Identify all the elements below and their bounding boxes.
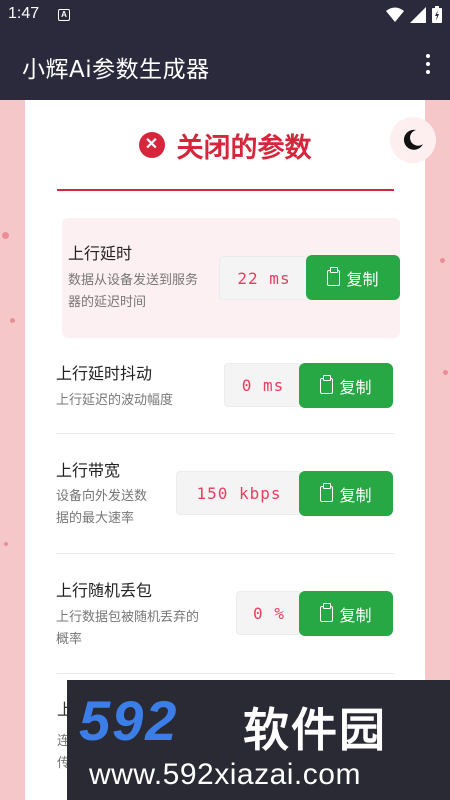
param-desc: 数据从设备发送到服务 器的延迟时间 [68, 273, 199, 310]
watermark-url: www.592xiazai.com [89, 758, 361, 791]
header-divider [57, 189, 394, 191]
param-value: 0 ms [224, 363, 302, 407]
status-bar: 1:47 A [0, 0, 450, 30]
copy-button[interactable]: 复制 [299, 471, 393, 516]
param-row-uplink-delay: 上行延时 数据从设备发送到服务 器的延迟时间 22 ms 复制 [62, 218, 400, 338]
row-divider [56, 673, 394, 674]
param-title: 上行延时 [68, 244, 133, 263]
section-title: 关闭的参数 [176, 132, 312, 164]
copy-button[interactable]: 复制 [306, 255, 400, 300]
wifi-icon [386, 7, 404, 22]
app-title: 小辉Ai参数生成器 [22, 57, 210, 83]
param-title: 上行带宽 [56, 461, 121, 480]
param-desc: 设备向外发送数 据的最大速率 [56, 489, 148, 526]
copy-label: 复制 [346, 269, 379, 289]
background-dot [2, 232, 9, 239]
background-dot [10, 318, 15, 323]
param-value: 22 ms [219, 256, 309, 300]
app-bar: 小辉Ai参数生成器 [0, 30, 450, 100]
watermark-banner: 592 软件园 www.592xiazai.com [67, 680, 450, 800]
night-mode-button[interactable] [390, 117, 436, 163]
param-row-uplink-bandwidth: 上行带宽 设备向外发送数 据的最大速率 150 kbps 复制 [56, 433, 394, 554]
background-dot [4, 542, 8, 546]
param-value: 0 % [236, 591, 302, 635]
clipboard-icon [320, 374, 334, 394]
close-circle-icon: ✕ [138, 132, 165, 158]
copy-label: 复制 [339, 485, 372, 505]
more-menu-icon[interactable] [424, 54, 432, 78]
moon-icon [403, 129, 423, 150]
status-time: 1:47 [8, 5, 40, 22]
clipboard-icon [327, 266, 341, 286]
battery-icon [432, 6, 442, 23]
watermark-brand-number: 592 [79, 689, 179, 752]
param-title: 上行延时抖动 [56, 364, 153, 383]
param-row-uplink-jitter: 上行延时抖动 上行延迟的波动幅度 0 ms 复制 [56, 348, 394, 434]
param-row-uplink-packet-loss: 上行随机丢包 上行数据包被随机丢弃的 概率 0 % 复制 [56, 553, 394, 674]
param-title: 上行随机丢包 [56, 581, 153, 600]
background-dot [443, 370, 448, 375]
param-desc: 上行数据包被随机丢弃的 概率 [56, 610, 200, 647]
param-desc: 上行延迟的波动幅度 [56, 393, 174, 408]
clipboard-icon [320, 602, 334, 622]
section-header: ✕ 关闭的参数 [25, 125, 425, 165]
watermark-brand-text: 软件园 [243, 703, 387, 757]
copy-label: 复制 [339, 605, 372, 625]
clipboard-icon [320, 482, 334, 502]
param-value: 150 kbps [176, 471, 302, 515]
signal-icon [410, 6, 426, 23]
copy-label: 复制 [339, 377, 372, 397]
copy-button[interactable]: 复制 [299, 363, 393, 408]
background-dot [440, 258, 445, 263]
copy-button[interactable]: 复制 [299, 591, 393, 636]
system-icons [386, 6, 442, 23]
notification-a-icon: A [58, 9, 70, 21]
